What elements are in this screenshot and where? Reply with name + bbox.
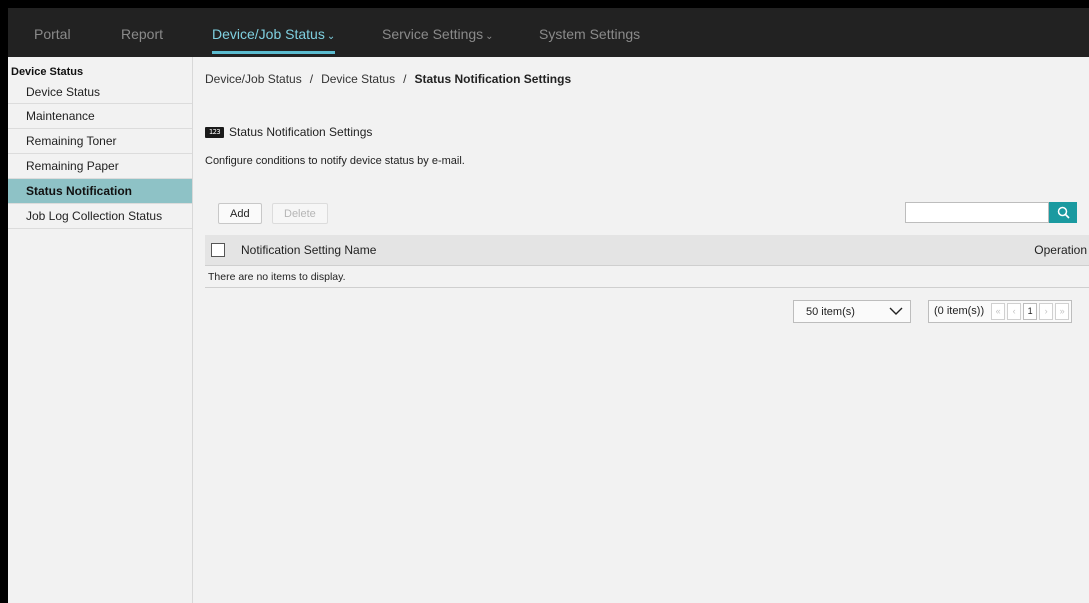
search-button[interactable] — [1049, 202, 1077, 223]
page-title-text: Status Notification Settings — [229, 125, 373, 139]
first-page-button[interactable]: « — [991, 303, 1006, 320]
main-content: Device/Job Status / Device Status / Status N… — [193, 57, 1089, 603]
page-size-value: 50 item(s) — [806, 305, 855, 318]
breadcrumb-device-status[interactable]: Device Status — [321, 72, 395, 86]
page-title: 123 Status Notification Settings — [205, 125, 372, 139]
select-all-checkbox[interactable] — [211, 243, 225, 257]
pagination: (0 item(s)) « ‹ 1 › » — [928, 300, 1073, 323]
chevron-down-icon — [889, 307, 903, 315]
page-number[interactable]: 1 — [1023, 303, 1038, 320]
top-nav: Portal Report Device/Job Status ⌄ Service… — [8, 8, 1089, 57]
breadcrumb-separator: / — [403, 72, 407, 86]
sidebar-group-title: Device Status — [11, 66, 84, 78]
nav-system-settings[interactable]: System Settings — [539, 26, 640, 42]
counter-icon: 123 — [205, 126, 224, 138]
column-header-operation: Operation — [1034, 243, 1087, 257]
nav-device-job-status-label: Device/Job Status — [212, 26, 325, 42]
search-input[interactable] — [905, 202, 1049, 223]
sidebar-item-maintenance[interactable]: Maintenance — [8, 104, 192, 129]
last-page-button[interactable]: » — [1055, 303, 1070, 320]
pagination-total: (0 item(s)) — [928, 300, 991, 323]
delete-button[interactable]: Delete — [272, 203, 328, 224]
breadcrumb-current: Status Notification Settings — [414, 72, 572, 86]
breadcrumb: Device/Job Status / Device Status / Status N… — [205, 72, 571, 86]
sidebar: Device Status Device Status Maintenance … — [8, 57, 193, 603]
add-button[interactable]: Add — [218, 203, 262, 224]
column-header-name[interactable]: Notification Setting Name — [241, 243, 376, 257]
sidebar-item-remaining-paper[interactable]: Remaining Paper — [8, 154, 192, 179]
chevron-down-icon: ⌄ — [326, 31, 336, 42]
page-size-select[interactable]: 50 item(s) — [793, 300, 911, 323]
nav-report[interactable]: Report — [121, 26, 163, 42]
sidebar-item-device-status[interactable]: Device Status — [8, 82, 192, 104]
sidebar-item-status-notification[interactable]: Status Notification — [8, 179, 192, 204]
nav-service-settings[interactable]: Service Settings ⌄ — [382, 26, 494, 42]
empty-message: There are no items to display. — [205, 267, 1089, 288]
breadcrumb-device-job-status[interactable]: Device/Job Status — [205, 72, 302, 86]
nav-service-settings-label: Service Settings — [382, 26, 484, 42]
chevron-down-icon: ⌄ — [485, 31, 494, 42]
nav-portal[interactable]: Portal — [34, 26, 71, 42]
next-page-button[interactable]: › — [1039, 303, 1054, 320]
pagination-controls: « ‹ 1 › » — [989, 300, 1073, 323]
search-icon — [1057, 206, 1070, 219]
sidebar-item-job-log-collection-status[interactable]: Job Log Collection Status — [8, 204, 192, 229]
breadcrumb-separator: / — [309, 72, 314, 86]
app-frame: Portal Report Device/Job Status ⌄ Service… — [8, 8, 1089, 603]
nav-device-job-status[interactable]: Device/Job Status ⌄ — [212, 26, 336, 54]
sidebar-item-remaining-toner[interactable]: Remaining Toner — [8, 129, 192, 154]
prev-page-button[interactable]: ‹ — [1007, 303, 1022, 320]
page-description: Configure conditions to notify device st… — [205, 155, 465, 167]
table-header: Notification Setting Name Operation — [205, 235, 1089, 266]
